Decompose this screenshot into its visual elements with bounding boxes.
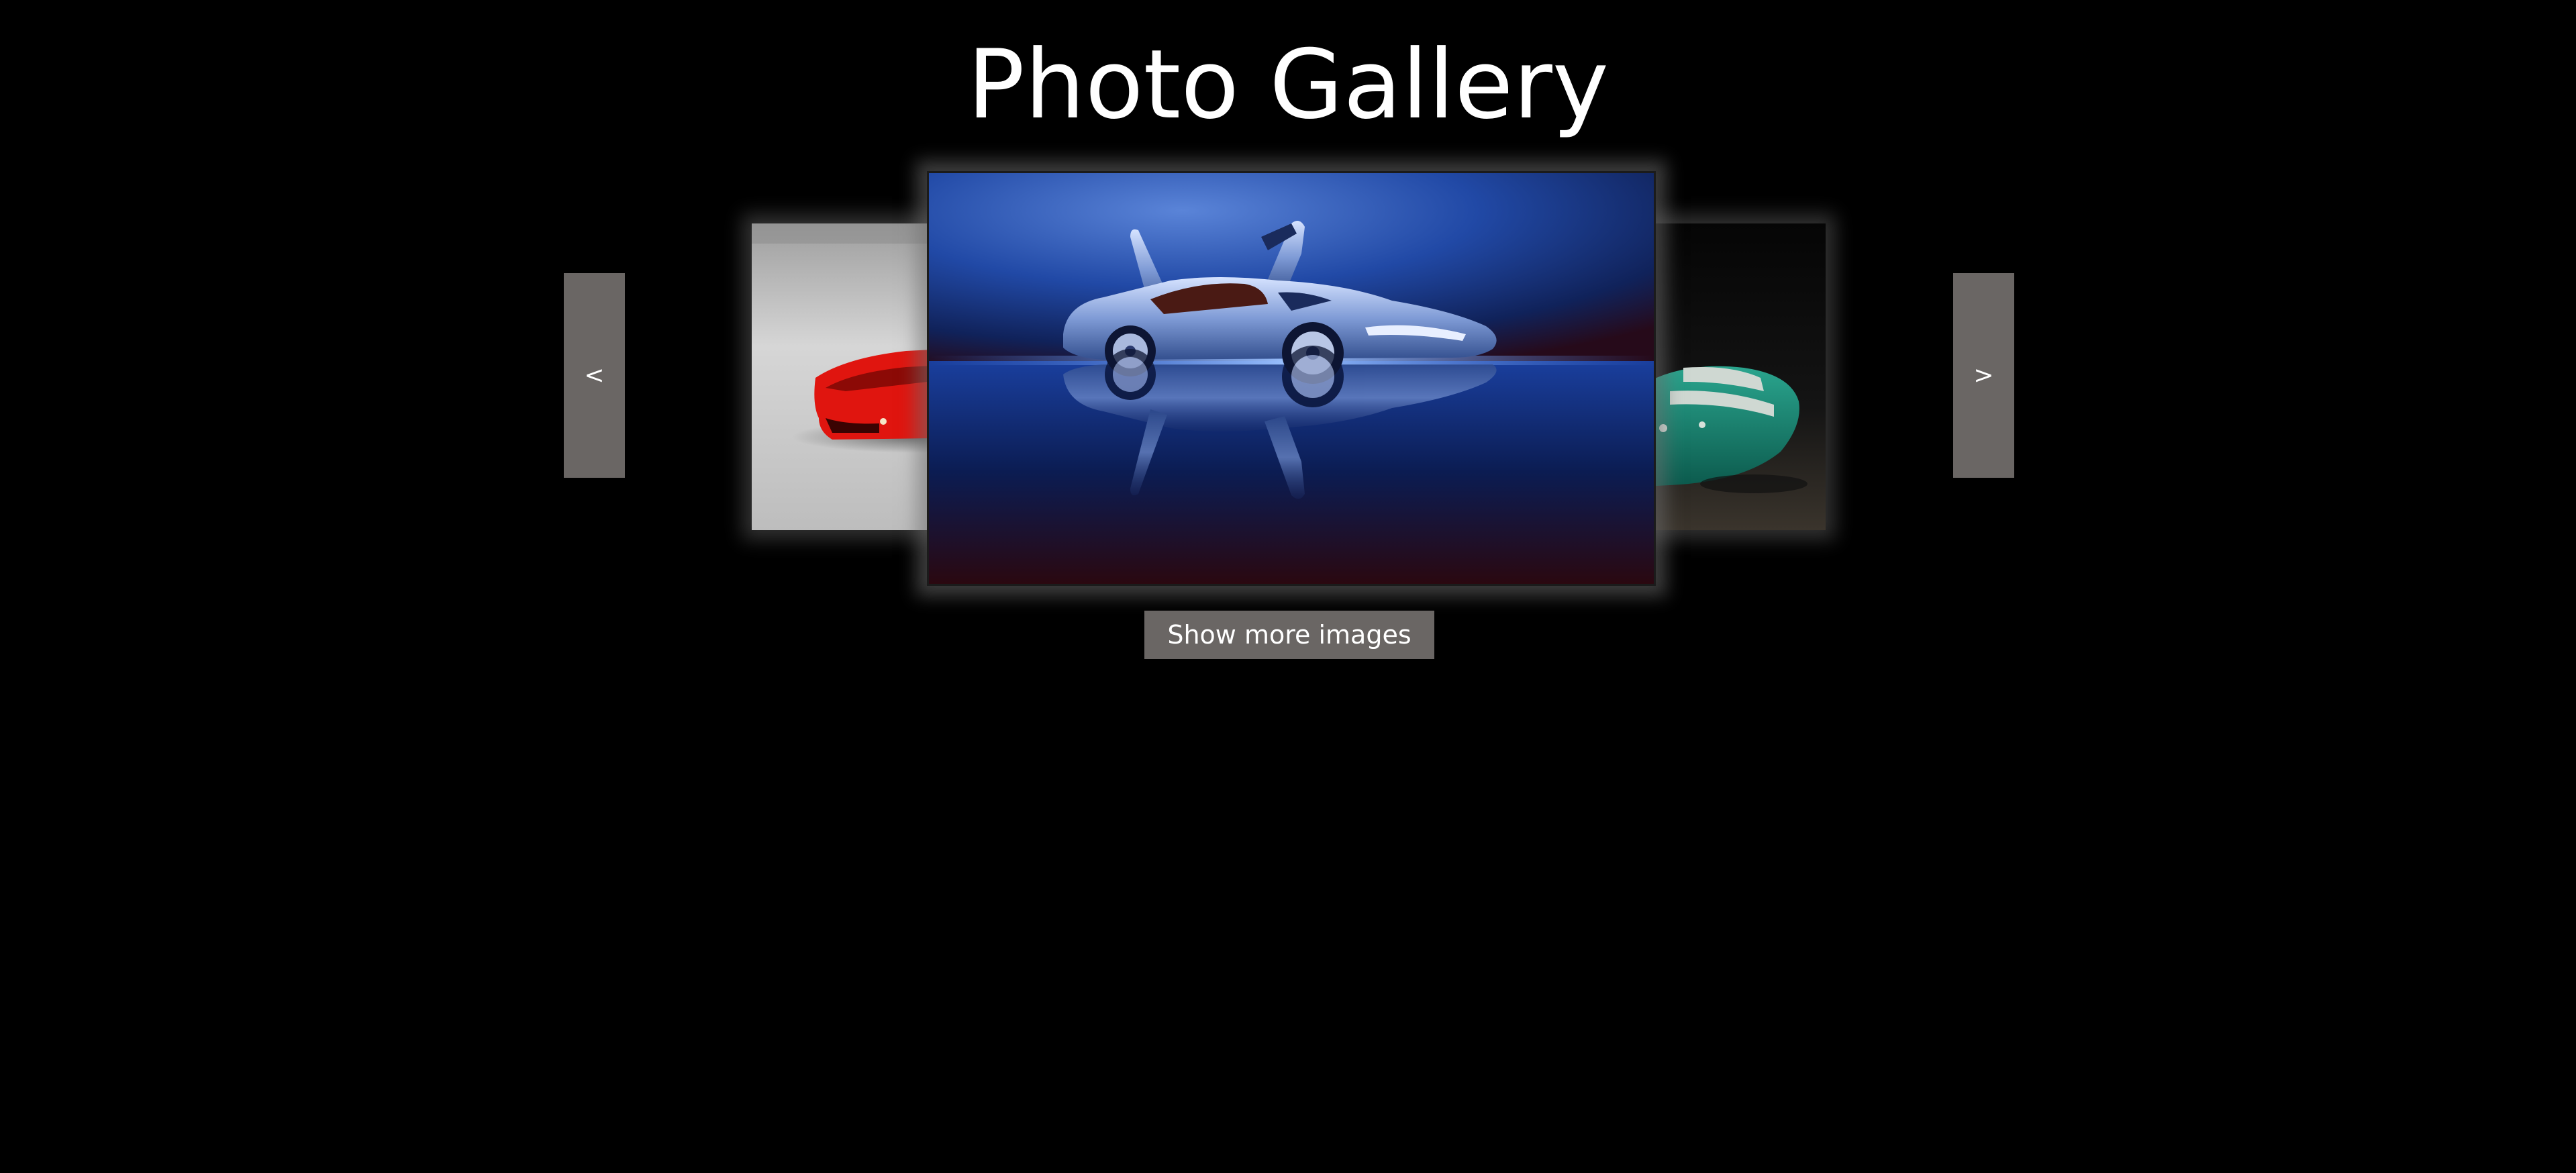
red-car-image [752, 223, 933, 530]
gallery-image-left[interactable] [752, 223, 933, 530]
show-more-images-button[interactable]: Show more images [1144, 611, 1434, 659]
silver-car-image [929, 173, 1654, 584]
page-title: Photo Gallery [967, 30, 1609, 140]
next-label: > [1973, 362, 1994, 389]
green-car-image [1643, 223, 1826, 530]
gallery-image-right[interactable] [1643, 223, 1826, 530]
previous-label: < [584, 362, 605, 389]
show-more-images-label: Show more images [1167, 620, 1411, 650]
previous-button[interactable]: < [564, 273, 625, 478]
next-button[interactable]: > [1953, 273, 2014, 478]
gallery-image-center[interactable] [927, 171, 1656, 586]
gallery-page: Photo Gallery < > Show more images [0, 0, 2576, 1173]
